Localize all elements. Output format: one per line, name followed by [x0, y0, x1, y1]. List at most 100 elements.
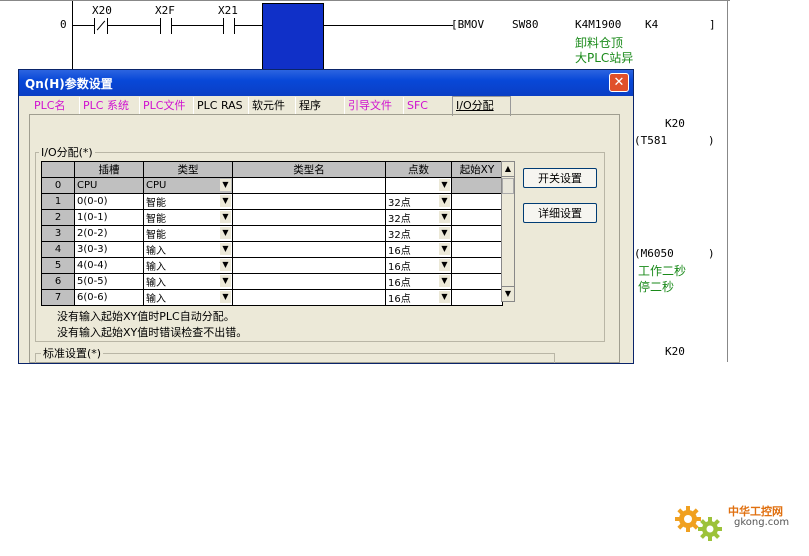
points-select[interactable]: 32点 ▼	[385, 225, 452, 242]
start-xy-input[interactable]	[451, 257, 503, 274]
row-number: 0	[41, 177, 75, 194]
table-row: 7 6(0-6) 输入 ▼ 16点 ▼	[41, 289, 503, 306]
dropdown-arrow-icon[interactable]: ▼	[220, 179, 231, 191]
type-value: CPU	[146, 180, 167, 191]
points-select[interactable]: 16点 ▼	[385, 257, 452, 274]
start-xy-input[interactable]	[451, 241, 503, 258]
dropdown-arrow-icon[interactable]: ▼	[439, 275, 450, 287]
type-name-input[interactable]	[232, 289, 386, 306]
type-value: 输入	[146, 246, 166, 257]
column-header-points: 点数	[385, 161, 452, 178]
dropdown-arrow-icon[interactable]: ▼	[220, 227, 231, 239]
start-xy-input[interactable]	[451, 193, 503, 210]
type-select[interactable]: 智能 ▼	[143, 225, 233, 242]
scroll-down-icon[interactable]: ▼	[502, 286, 514, 301]
type-name-input[interactable]	[232, 177, 386, 194]
table-row: 2 1(0-1) 智能 ▼ 32点 ▼	[41, 209, 503, 226]
type-name-input[interactable]	[232, 257, 386, 274]
dropdown-arrow-icon[interactable]: ▼	[220, 259, 231, 271]
type-name-input[interactable]	[232, 209, 386, 226]
type-select[interactable]: 输入 ▼	[143, 257, 233, 274]
no-contact[interactable]	[160, 18, 172, 34]
row-number: 5	[41, 257, 75, 274]
dropdown-arrow-icon[interactable]: ▼	[439, 227, 450, 239]
tab-plc-ras[interactable]: PLC RAS	[193, 97, 247, 114]
dropdown-arrow-icon[interactable]: ▼	[439, 195, 450, 207]
scroll-up-icon[interactable]: ▲	[502, 162, 514, 177]
type-select[interactable]: 输入 ▼	[143, 289, 233, 306]
type-value: 智能	[146, 214, 166, 225]
slot-cell: 4(0-4)	[74, 257, 144, 274]
close-icon: ✕	[613, 75, 625, 90]
start-xy-input[interactable]	[451, 177, 503, 194]
dropdown-arrow-icon[interactable]: ▼	[439, 211, 450, 223]
tab-label: PLC文件	[143, 99, 186, 112]
type-name-input[interactable]	[232, 273, 386, 290]
start-xy-input[interactable]	[451, 209, 503, 226]
dropdown-arrow-icon[interactable]: ▼	[439, 243, 450, 255]
note-auto-assign: 没有输入起始XY值时PLC自动分配。	[57, 310, 235, 323]
scroll-thumb[interactable]	[502, 178, 514, 194]
points-select[interactable]: 32点 ▼	[385, 209, 452, 226]
column-header-slot: 插槽	[74, 161, 144, 178]
column-header	[41, 161, 75, 178]
column-header-start-xy: 起始XY	[451, 161, 503, 178]
type-value: 智能	[146, 198, 166, 209]
type-select[interactable]: 智能 ▼	[143, 209, 233, 226]
table-row: 6 5(0-5) 输入 ▼ 16点 ▼	[41, 273, 503, 290]
points-select[interactable]: 32点 ▼	[385, 193, 452, 210]
table-scrollbar[interactable]: ▲ ▼	[501, 161, 515, 302]
m-coil[interactable]: (M6050	[634, 247, 674, 260]
slot-cell: 1(0-1)	[74, 209, 144, 226]
note-error-check: 没有输入起始XY值时错误检查不出错。	[57, 326, 248, 339]
dropdown-arrow-icon[interactable]: ▼	[220, 211, 231, 223]
dropdown-arrow-icon[interactable]: ▼	[439, 179, 450, 191]
tab-plc-name[interactable]: PLC名	[31, 97, 76, 114]
tab-program[interactable]: 程序	[295, 97, 349, 114]
switch-setting-button[interactable]: 开关设置	[523, 168, 597, 188]
points-select[interactable]: ▼	[385, 177, 452, 194]
m-coil-end: )	[708, 247, 715, 260]
start-xy-input[interactable]	[451, 225, 503, 242]
instruction-bmov[interactable]: [BMOV	[451, 18, 484, 31]
tab-label: 软元件	[252, 99, 285, 112]
close-button[interactable]: ✕	[609, 73, 629, 92]
points-select[interactable]: 16点 ▼	[385, 241, 452, 258]
points-select[interactable]: 16点 ▼	[385, 289, 452, 306]
no-contact[interactable]	[223, 18, 235, 34]
type-name-input[interactable]	[232, 225, 386, 242]
rung-wire-right	[323, 25, 453, 26]
type-select[interactable]: CPU ▼	[143, 177, 233, 194]
nc-contact[interactable]	[94, 18, 108, 34]
timer-setting: K20	[665, 345, 685, 358]
tab-plc-file[interactable]: PLC文件	[139, 97, 191, 114]
tab-device[interactable]: 软元件	[248, 97, 294, 114]
tab-plc-system[interactable]: PLC 系统	[79, 97, 138, 114]
dropdown-arrow-icon[interactable]: ▼	[220, 291, 231, 303]
tab-io-assignment[interactable]: I/O分配	[452, 96, 511, 116]
type-value: 输入	[146, 262, 166, 273]
type-name-input[interactable]	[232, 193, 386, 210]
type-select[interactable]: 输入 ▼	[143, 241, 233, 258]
table-row: 0 CPU CPU ▼ ▼	[41, 177, 503, 194]
type-select[interactable]: 智能 ▼	[143, 193, 233, 210]
dropdown-arrow-icon[interactable]: ▼	[220, 275, 231, 287]
type-select[interactable]: 输入 ▼	[143, 273, 233, 290]
dropdown-arrow-icon[interactable]: ▼	[439, 291, 450, 303]
start-xy-input[interactable]	[451, 289, 503, 306]
points-select[interactable]: 16点 ▼	[385, 273, 452, 290]
timer-coil[interactable]: (T581	[634, 134, 667, 147]
tab-boot-file[interactable]: 引导文件	[344, 97, 404, 114]
edit-cursor[interactable]	[262, 3, 324, 71]
rung-number: 0	[60, 18, 67, 31]
dialog-titlebar[interactable]: Qn(H)参数设置 ✕	[19, 70, 633, 96]
dropdown-arrow-icon[interactable]: ▼	[220, 195, 231, 207]
type-name-input[interactable]	[232, 241, 386, 258]
contact-label: X20	[92, 4, 112, 17]
column-header-type: 类型	[143, 161, 233, 178]
detail-setting-button[interactable]: 详细设置	[523, 203, 597, 223]
dropdown-arrow-icon[interactable]: ▼	[439, 259, 450, 271]
start-xy-input[interactable]	[451, 273, 503, 290]
tab-sfc[interactable]: SFC	[403, 97, 453, 114]
dropdown-arrow-icon[interactable]: ▼	[220, 243, 231, 255]
